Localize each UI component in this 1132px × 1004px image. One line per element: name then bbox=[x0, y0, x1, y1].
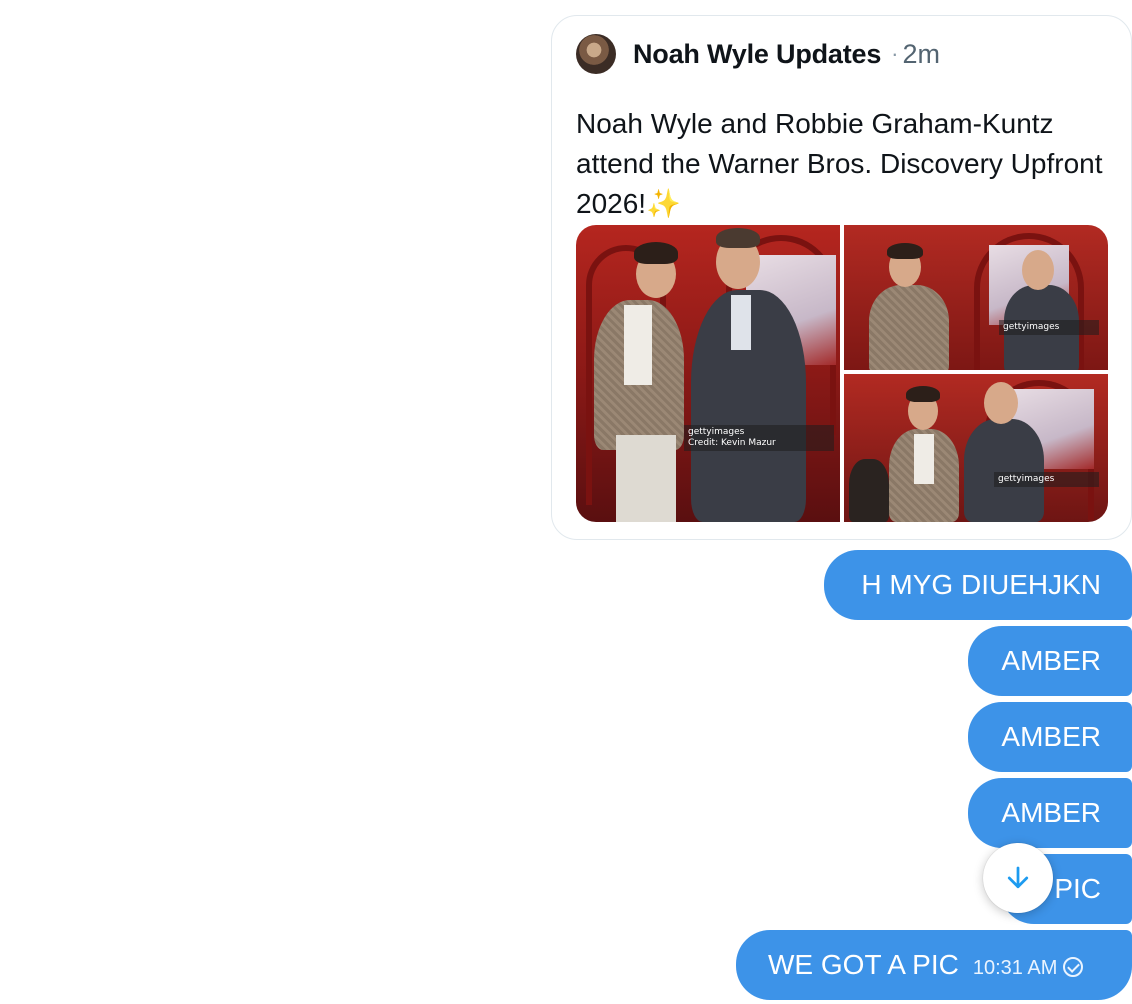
message-bubble[interactable]: AMBER bbox=[968, 778, 1132, 848]
message-text: H MYG DIUEHJKN bbox=[861, 569, 1101, 600]
quoted-post-header: Noah Wyle Updates · 2m bbox=[576, 34, 940, 74]
message-text: WE GOT A PIC bbox=[768, 949, 959, 980]
person-right-suit bbox=[964, 419, 1044, 522]
person-left-shirt bbox=[914, 434, 934, 484]
watermark-credit: Credit: Kevin Mazur bbox=[688, 438, 776, 448]
person-left-shirt bbox=[624, 305, 652, 385]
person-right-hair bbox=[716, 228, 760, 248]
post-time: 2m bbox=[902, 38, 940, 69]
message-bubble[interactable]: AMBER bbox=[968, 626, 1132, 696]
person-left-hair bbox=[887, 243, 923, 259]
person-right-shirt bbox=[731, 295, 751, 350]
author-avatar bbox=[576, 34, 616, 74]
person-right-head bbox=[984, 382, 1018, 424]
message-text: PIC bbox=[1054, 873, 1101, 904]
message-timestamp: 10:31 AM bbox=[972, 957, 1058, 979]
person-left-hair bbox=[634, 242, 678, 264]
background-person bbox=[849, 459, 889, 522]
watermark-brand: gettyimages bbox=[998, 474, 1055, 484]
watermark-brand: gettyimages bbox=[688, 427, 745, 437]
person-right-head bbox=[1022, 250, 1054, 290]
check-circle-icon bbox=[1063, 957, 1084, 977]
sparkles-emoji: ✨ bbox=[646, 188, 681, 219]
message-bubble-last[interactable]: WE GOT A PIC 10:31 AM bbox=[736, 930, 1132, 1000]
getty-watermark: gettyimages bbox=[994, 472, 1099, 487]
meta-separator: · bbox=[891, 41, 899, 66]
person-left-jacket bbox=[869, 285, 949, 370]
quoted-post-text: Noah Wyle and Robbie Graham-Kuntz attend… bbox=[576, 104, 1116, 224]
photo-1[interactable]: gettyimages Credit: Kevin Mazur bbox=[576, 225, 840, 522]
author-name: Noah Wyle Updates bbox=[633, 38, 882, 69]
message-bubble[interactable]: H MYG DIUEHJKN bbox=[824, 550, 1132, 620]
message-text: AMBER bbox=[1001, 797, 1101, 828]
scroll-to-bottom-button[interactable] bbox=[983, 843, 1053, 913]
message-bubble[interactable]: AMBER bbox=[968, 702, 1132, 772]
photo-3[interactable]: gettyimages bbox=[844, 374, 1108, 522]
quoted-post-card[interactable]: Noah Wyle Updates · 2m Noah Wyle and Rob… bbox=[551, 15, 1132, 540]
watermark-brand: gettyimages bbox=[1003, 322, 1060, 332]
message-text: AMBER bbox=[1001, 721, 1101, 752]
message-text: AMBER bbox=[1001, 645, 1101, 676]
getty-watermark: gettyimages bbox=[999, 320, 1099, 335]
getty-watermark: gettyimages Credit: Kevin Mazur bbox=[684, 425, 834, 451]
photo-grid: gettyimages Credit: Kevin Mazur gettyima… bbox=[576, 225, 1108, 522]
person-left-pants bbox=[616, 435, 676, 522]
photo-2[interactable]: gettyimages bbox=[844, 225, 1108, 370]
arrow-down-icon bbox=[1007, 866, 1029, 889]
person-left-hair bbox=[906, 386, 940, 402]
